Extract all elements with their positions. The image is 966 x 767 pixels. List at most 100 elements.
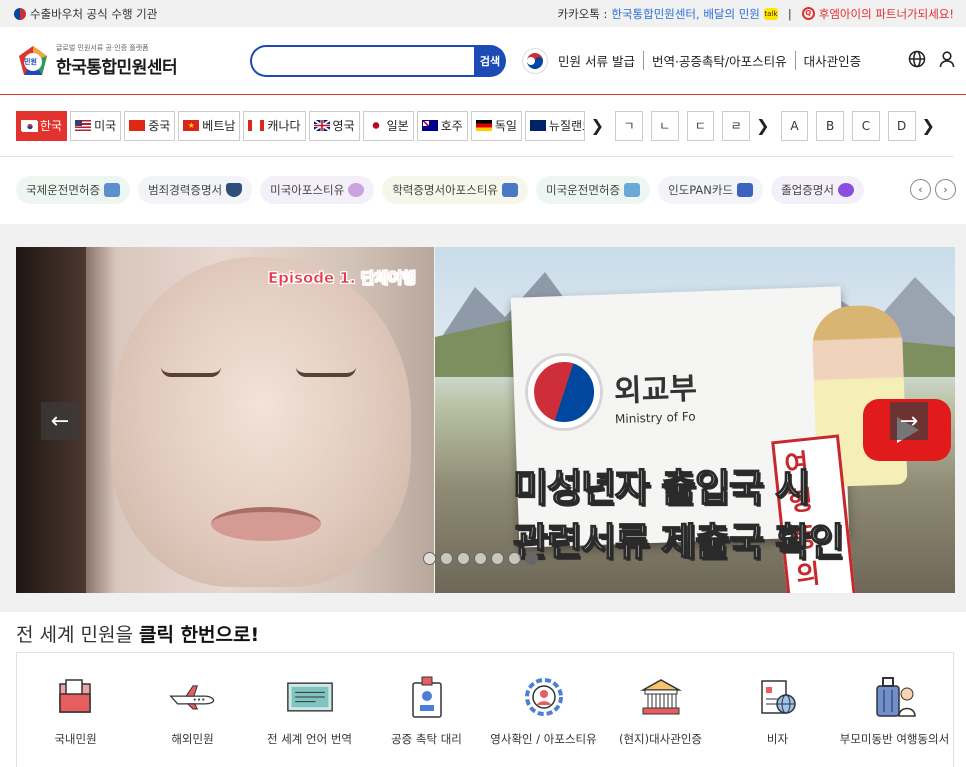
chip-label: 졸업증명서	[781, 183, 834, 197]
letter-button[interactable]: ㄹ	[722, 110, 751, 141]
chevron-left-icon[interactable]: ‹	[910, 179, 931, 200]
tab-uk[interactable]: 영국	[308, 110, 360, 141]
divider: |	[787, 6, 792, 21]
kakao-links[interactable]: 한국통합민원센터, 배달의 민원	[611, 6, 760, 22]
tab-canada[interactable]: 캐나다	[243, 110, 306, 141]
service-translation[interactable]: 전 세계 언어 번역	[251, 653, 368, 767]
slider-dot[interactable]	[508, 552, 521, 565]
document-icon	[286, 673, 334, 721]
user-icon[interactable]	[938, 50, 956, 72]
slider-dots	[423, 552, 538, 565]
sponsor-link[interactable]: 후엠아이의 파트너가되세요!	[819, 6, 954, 22]
header: 민원 글로벌 민원서류 공·인증 플랫폼 한국통합민원센터 검색 민원 서류 발…	[0, 27, 966, 95]
chip-edu-apostille[interactable]: 학력증명서아포스티유	[382, 176, 528, 204]
chip-us-license[interactable]: 미국운전면허증	[536, 176, 651, 204]
korea-flag-icon	[21, 120, 38, 132]
letter-button[interactable]: A	[780, 110, 809, 141]
chip-label: 미국아포스티유	[270, 183, 345, 197]
tab-label: 베트남	[202, 119, 236, 133]
chip-intl-license[interactable]: 국제운전면허증	[16, 176, 131, 204]
crying-child-image	[111, 257, 411, 587]
tab-newzealand[interactable]: 뉴질랜드	[524, 110, 585, 141]
link-translation-apostille[interactable]: 번역·공증촉탁/아포스티유	[642, 51, 795, 70]
hero-title-line1: 미성년자 출입국 시	[512, 465, 811, 511]
mofa-emblem-icon	[526, 354, 602, 430]
tab-korea[interactable]: 한국	[16, 110, 68, 141]
service-travel-consent[interactable]: 부모미동반 여행동의서	[836, 653, 953, 767]
chip-graduation-cert[interactable]: 졸업증명서	[771, 176, 864, 204]
services-grid: 국내민원 해외민원 전 세계 언어 번역 공증 촉탁 대리 영사확인 / 아포스…	[16, 652, 954, 767]
hero-title: 미성년자 출입국 시 관련서류 제출국 확인	[512, 461, 845, 569]
id-card-icon	[624, 183, 641, 197]
tab-vietnam[interactable]: ★ 베트남	[178, 110, 241, 141]
logo-badge: 민원	[24, 57, 37, 66]
service-notary[interactable]: 공증 촉탁 대리	[368, 653, 485, 767]
slider-dot[interactable]	[457, 552, 470, 565]
slider-dot[interactable]	[423, 552, 436, 565]
korea-flag-icon	[14, 7, 26, 20]
tab-label: 중국	[148, 119, 171, 133]
kakao-talk-icon[interactable]: talk	[763, 7, 778, 20]
letter-button[interactable]: ㄱ	[615, 110, 643, 141]
slider-next-button[interactable]: →	[890, 402, 928, 440]
mofa-subtitle: Ministry of Fo	[614, 409, 696, 427]
tab-label: 캐나다	[267, 119, 301, 133]
service-overseas[interactable]: 해외민원	[134, 653, 251, 767]
latin-letters-next-arrow[interactable]: ❯	[919, 111, 939, 141]
chip-criminal-record[interactable]: 범죄경력증명서	[138, 176, 253, 204]
tab-label: 미국	[94, 119, 117, 133]
chip-arrows: ‹ ›	[910, 179, 956, 200]
service-visa[interactable]: 비자	[719, 653, 836, 767]
service-label: 국내민원	[54, 732, 97, 746]
slider-dot[interactable]	[474, 552, 487, 565]
mouth	[211, 507, 321, 541]
germany-flag-icon	[475, 120, 492, 131]
chip-us-apostille[interactable]: 미국아포스티유	[260, 176, 375, 204]
tab-germany[interactable]: 독일	[470, 110, 522, 141]
search-input[interactable]	[250, 44, 474, 77]
korean-letters-next-arrow[interactable]: ❯	[753, 111, 773, 141]
service-label: 부모미동반 여행동의서	[839, 732, 950, 746]
slider-dot[interactable]	[525, 552, 538, 565]
link-civil-docs[interactable]: 민원 서류 발급	[550, 51, 643, 70]
logo-text: 글로벌 민원서류 공·인증 플랫폼 한국통합민원센터	[56, 43, 178, 78]
tab-usa[interactable]: 미국	[70, 110, 122, 141]
service-domestic[interactable]: 국내민원	[17, 653, 134, 767]
tab-label: 영국	[332, 119, 355, 133]
tab-japan[interactable]: 일본	[362, 110, 414, 141]
slider-dot[interactable]	[440, 552, 453, 565]
letter-button[interactable]: ㄴ	[650, 110, 679, 141]
letter-button[interactable]: D	[887, 110, 916, 141]
service-apostille[interactable]: 영사확인 / 아포스티유	[485, 653, 602, 767]
search-button[interactable]: 검색	[474, 44, 506, 77]
korea-emblem-icon	[522, 47, 548, 74]
hero-slide-right[interactable]: 외교부 Ministry of Fo 여행동의서 미성년자 출입국 시 관련서류…	[435, 247, 955, 593]
eye	[296, 367, 356, 377]
services-heading: 전 세계 민원을 클릭 한번으로!	[16, 620, 259, 647]
chevron-right-icon[interactable]: ›	[935, 179, 956, 200]
slider-prev-button[interactable]: ←	[41, 402, 79, 440]
tab-label: 뉴질랜드	[548, 119, 584, 133]
letter-button[interactable]: C	[852, 110, 880, 141]
letter-button[interactable]: ㄷ	[686, 110, 715, 141]
top-bar: 수출바우처 공식 수행 기관 카카오톡 : 한국통합민원센터, 배달의 민원 t…	[0, 0, 966, 27]
china-flag-icon	[129, 120, 146, 131]
chip-india-pan[interactable]: 인도PAN카드	[658, 176, 764, 204]
canada-flag-icon	[248, 120, 265, 131]
services-heading-normal: 전 세계 민원을	[16, 624, 139, 646]
country-tabs: 한국 미국 중국 ★ 베트남 캐나다 영국 일본 호주 독일 뉴질랜드 ❯ ㄱ …	[0, 95, 954, 157]
letter-button[interactable]: B	[816, 110, 845, 141]
service-embassy[interactable]: (현지)대사관인증	[602, 653, 719, 767]
country-next-arrow[interactable]: ❯	[588, 111, 608, 141]
service-label: 해외민원	[171, 732, 214, 746]
top-bar-left: 수출바우처 공식 수행 기관	[14, 6, 157, 22]
chip-label: 인도PAN카드	[668, 183, 734, 197]
logo[interactable]: 민원 글로벌 민원서류 공·인증 플랫폼 한국통합민원센터	[16, 43, 250, 78]
newzealand-flag-icon	[529, 120, 546, 131]
link-embassy-cert[interactable]: 대사관인증	[794, 51, 870, 70]
tab-australia[interactable]: 호주	[416, 110, 468, 141]
tab-china[interactable]: 중국	[124, 110, 176, 141]
globe-icon[interactable]	[908, 50, 926, 72]
services-heading-bold: 클릭 한번으로!	[139, 624, 260, 646]
slider-dot[interactable]	[491, 552, 504, 565]
